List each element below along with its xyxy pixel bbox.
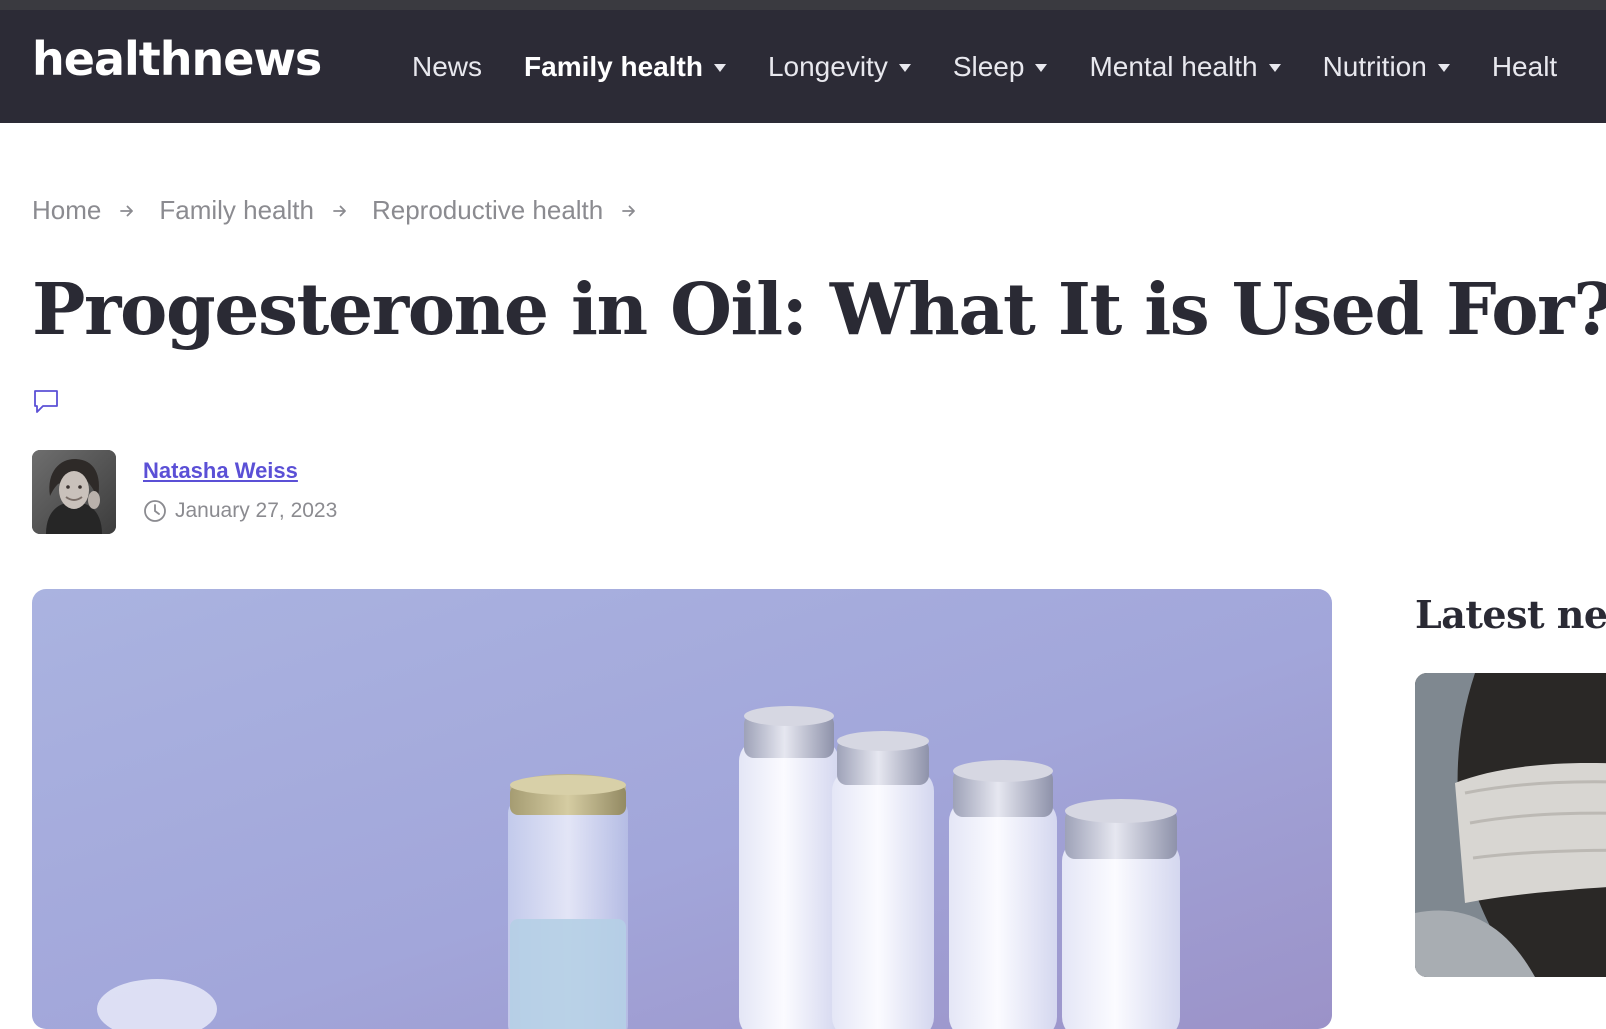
breadcrumb: Home Family health Reproductive health	[32, 195, 661, 226]
nav-item-label: News	[412, 50, 483, 82]
caret-down-icon	[898, 64, 911, 72]
latest-news-thumbnail[interactable]	[1415, 673, 1606, 977]
comment-icon[interactable]	[32, 387, 60, 415]
publish-date-text: January 27, 2023	[175, 499, 338, 522]
nav-item-label: Family health	[524, 50, 703, 82]
nav-item-news[interactable]: News	[412, 51, 482, 83]
nav-item-label: Longevity	[767, 50, 888, 82]
publish-date: January 27, 2023	[143, 499, 337, 523]
breadcrumb-home[interactable]: Home	[32, 195, 101, 226]
nav-item-sleep[interactable]: Sleep	[953, 51, 1048, 83]
breadcrumb-family-health[interactable]: Family health	[159, 195, 314, 226]
site-header: healthnews News Family health Longevity …	[0, 10, 1606, 123]
caret-down-icon	[1268, 64, 1281, 72]
medicine-vials-photo	[32, 589, 1332, 1029]
breadcrumb-reproductive-health[interactable]: Reproductive health	[372, 195, 603, 226]
nav-item-label: Healt	[1491, 50, 1558, 82]
nav-item-family-health[interactable]: Family health	[524, 51, 726, 83]
nav-item-label: Mental health	[1089, 50, 1258, 82]
news-thumbnail-photo	[1415, 673, 1606, 977]
nav-item-longevity[interactable]: Longevity	[768, 51, 911, 83]
nav-item-nutrition[interactable]: Nutrition	[1323, 51, 1450, 83]
author-photo	[32, 450, 116, 534]
browser-top-edge	[0, 0, 1606, 10]
arrow-right-icon	[120, 205, 134, 216]
caret-down-icon	[1437, 64, 1450, 72]
author-avatar[interactable]	[32, 450, 116, 534]
main-nav: News Family health Longevity Sleep Menta…	[412, 10, 1599, 123]
clock-icon	[144, 500, 166, 522]
hero-image	[32, 589, 1332, 1029]
latest-news-heading: Latest new	[1415, 592, 1606, 637]
author-link[interactable]: Natasha Weiss	[143, 458, 298, 484]
nav-item-mental-health[interactable]: Mental health	[1089, 50, 1281, 83]
nav-item-health-truncated[interactable]: Healt	[1492, 51, 1557, 83]
nav-item-label: Sleep	[952, 50, 1025, 82]
arrow-right-icon	[333, 205, 346, 216]
caret-down-icon	[1035, 64, 1048, 72]
caret-down-icon	[713, 64, 726, 72]
nav-item-label: Nutrition	[1322, 50, 1427, 82]
arrow-right-icon	[622, 205, 636, 216]
article-title: Progesterone in Oil: What It is Used For…	[32, 267, 1606, 351]
site-logo[interactable]: healthnews	[32, 36, 322, 82]
